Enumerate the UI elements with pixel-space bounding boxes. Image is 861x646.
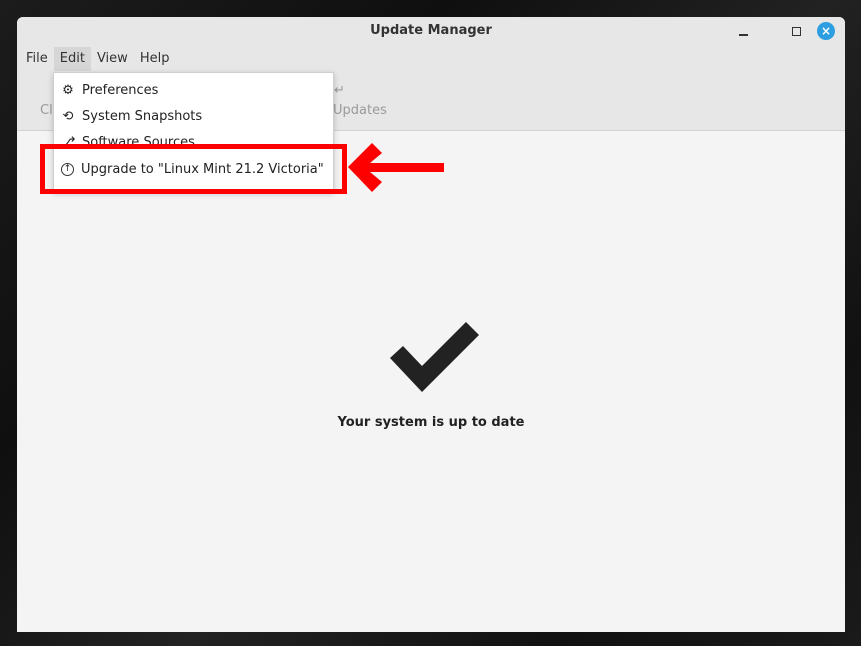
install-updates-icon: ↵ [334, 83, 345, 98]
menu-file[interactable]: File [20, 47, 54, 71]
minimize-icon [738, 34, 748, 36]
close-icon: × [820, 24, 832, 38]
menu-item-label: System Snapshots [82, 108, 203, 124]
menu-help[interactable]: Help [134, 47, 176, 71]
menu-item-label: Preferences [82, 82, 159, 98]
window-title: Update Manager [370, 23, 492, 38]
menubar: File Edit View Help [20, 47, 175, 71]
menu-edit[interactable]: Edit [53, 47, 91, 71]
close-button[interactable]: × [817, 22, 835, 40]
toolbar-clear-button[interactable]: Cl [40, 103, 53, 118]
update-manager-window: Update Manager × File Edit View Help Cl … [17, 17, 845, 632]
red-arrow-annotation [348, 143, 444, 192]
menu-item-system-snapshots[interactable]: ⟲ System Snapshots [54, 103, 333, 129]
highlight-box [40, 144, 347, 194]
minimize-button[interactable] [734, 22, 752, 40]
checkmark-icon [390, 322, 479, 392]
toolbar-install-updates-button[interactable]: Updates [333, 103, 387, 118]
maximize-button[interactable] [787, 22, 805, 40]
maximize-icon [791, 26, 801, 36]
gear-icon: ⚙ [62, 82, 74, 98]
menu-view[interactable]: View [91, 47, 134, 71]
history-icon: ⟲ [62, 108, 74, 124]
status-message: Your system is up to date [337, 415, 525, 430]
menu-item-preferences[interactable]: ⚙ Preferences [54, 77, 333, 103]
